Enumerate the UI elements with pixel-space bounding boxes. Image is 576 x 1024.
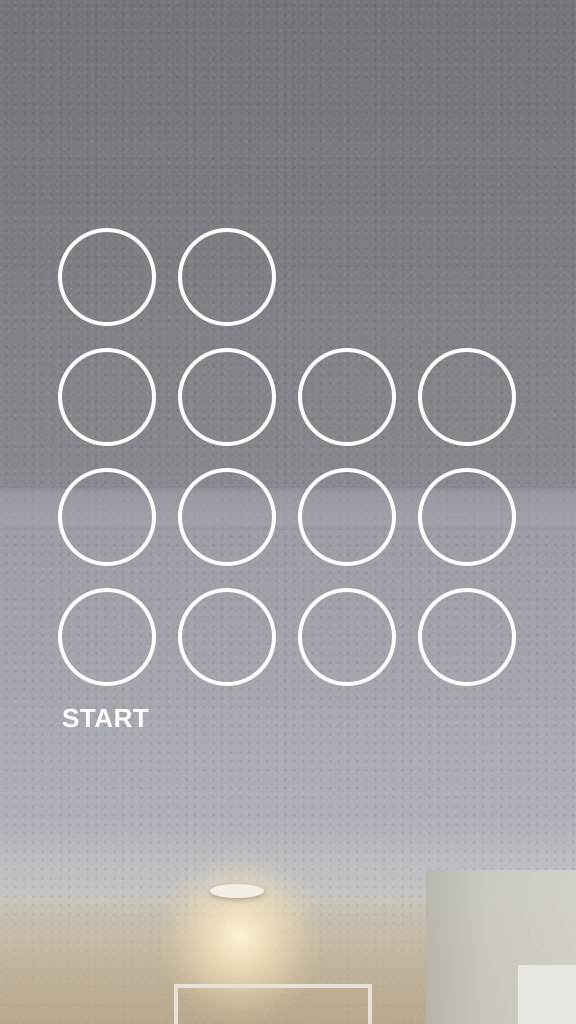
pattern-dot-r4c3[interactable] xyxy=(298,588,396,686)
pattern-dot-r1c2[interactable] xyxy=(178,228,276,326)
pattern-dot-r2c3[interactable] xyxy=(298,348,396,446)
pattern-dot-r3c2[interactable] xyxy=(178,468,276,566)
pattern-dot-r2c4[interactable] xyxy=(418,348,516,446)
pattern-dot-r2c2[interactable] xyxy=(178,348,276,446)
pattern-dot-r3c4[interactable] xyxy=(418,468,516,566)
pattern-dot-r3c3[interactable] xyxy=(298,468,396,566)
start-label: START xyxy=(62,703,150,733)
pattern-dot-r4c1[interactable] xyxy=(58,588,156,686)
pattern-dot-r3c1[interactable] xyxy=(58,468,156,566)
pattern-dot-r4c4[interactable] xyxy=(418,588,516,686)
pattern-dot-r4c2[interactable] xyxy=(178,588,276,686)
door xyxy=(515,965,576,1024)
ceiling-light-fixture xyxy=(210,884,264,898)
door-frame xyxy=(174,984,372,1024)
pattern-dot-r1c1[interactable] xyxy=(58,228,156,326)
camera-screen: START xyxy=(0,0,576,1024)
pattern-dot-r2c1[interactable] xyxy=(58,348,156,446)
